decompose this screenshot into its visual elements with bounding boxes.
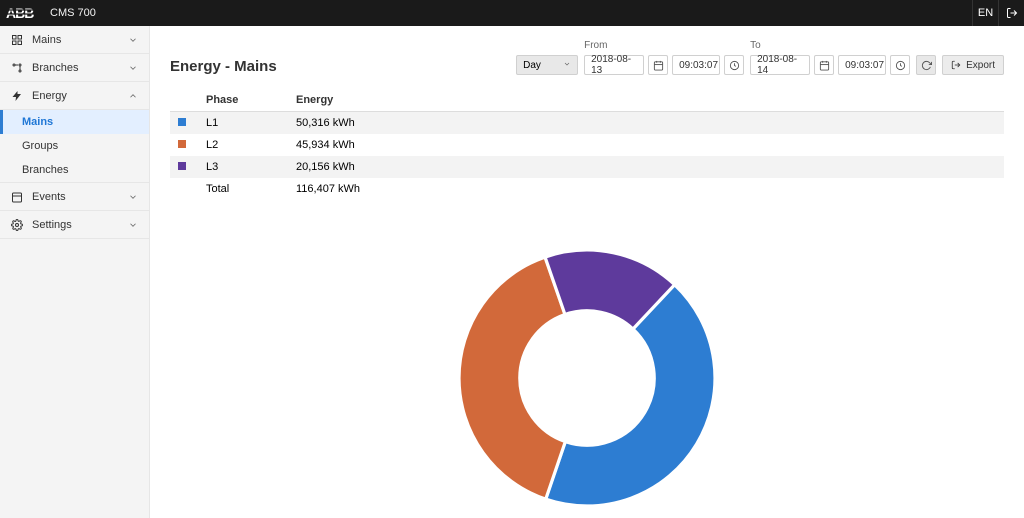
sidebar-sub-label: Branches xyxy=(22,164,68,176)
sidebar-item-label: Mains xyxy=(32,34,61,46)
from-date-input[interactable]: 2018-08-13 xyxy=(584,55,644,75)
refresh-icon xyxy=(921,60,932,71)
table-row: L245,934 kWh xyxy=(170,134,1004,156)
branches-icon xyxy=(10,61,24,75)
clock-icon xyxy=(729,60,740,71)
sidebar-item-branches[interactable]: Branches xyxy=(0,54,149,82)
calendar-icon xyxy=(653,60,664,71)
bolt-icon xyxy=(10,89,24,103)
period-select[interactable]: Day xyxy=(516,55,578,75)
language-label: EN xyxy=(978,7,993,19)
series-swatch xyxy=(178,162,186,170)
sidebar-sub-label: Groups xyxy=(22,140,58,152)
to-date-input[interactable]: 2018-08-14 xyxy=(750,55,810,75)
sidebar-sub-energy-mains[interactable]: Mains xyxy=(0,110,149,134)
language-button[interactable]: EN xyxy=(972,0,998,26)
from-time-picker-button[interactable] xyxy=(724,55,744,75)
export-label: Export xyxy=(966,60,995,71)
to-time-picker-button[interactable] xyxy=(890,55,910,75)
cell-phase: Total xyxy=(198,178,288,200)
svg-text:ABB: ABB xyxy=(6,6,34,20)
chevron-down-icon xyxy=(127,191,139,203)
series-swatch xyxy=(178,118,186,126)
table-row: L150,316 kWh xyxy=(170,112,1004,135)
table-header-energy: Energy xyxy=(288,89,1004,112)
brand-logo: ABB xyxy=(6,6,42,20)
grid-icon xyxy=(10,33,24,47)
calendar-icon xyxy=(819,60,830,71)
calendar-icon xyxy=(10,190,24,204)
table-header-phase: Phase xyxy=(198,89,288,112)
table-row: L320,156 kWh xyxy=(170,156,1004,178)
donut-slice-l2 xyxy=(459,257,565,499)
sidebar-item-label: Branches xyxy=(32,62,78,74)
energy-table: Phase Energy L150,316 kWhL245,934 kWhL32… xyxy=(170,89,1004,200)
logout-button[interactable] xyxy=(998,0,1024,26)
to-date-picker-button[interactable] xyxy=(814,55,834,75)
from-date-picker-button[interactable] xyxy=(648,55,668,75)
sidebar-item-events[interactable]: Events xyxy=(0,183,149,211)
to-label: To xyxy=(750,40,910,51)
sidebar-item-label: Settings xyxy=(32,219,72,231)
gear-icon xyxy=(10,218,24,232)
sidebar-sub-energy-branches[interactable]: Branches xyxy=(0,158,149,182)
cell-energy: 20,156 kWh xyxy=(288,156,1004,178)
chevron-down-icon xyxy=(127,62,139,74)
cell-energy: 45,934 kWh xyxy=(288,134,1004,156)
sidebar-item-settings[interactable]: Settings xyxy=(0,211,149,239)
cell-phase: L2 xyxy=(198,134,288,156)
sidebar-sub-energy-groups[interactable]: Groups xyxy=(0,134,149,158)
sidebar-item-mains[interactable]: Mains xyxy=(0,26,149,54)
to-time-input[interactable]: 09:03:07 xyxy=(838,55,886,75)
cell-energy: 50,316 kWh xyxy=(288,112,1004,135)
period-value: Day xyxy=(523,60,541,71)
cell-phase: L3 xyxy=(198,156,288,178)
energy-donut-chart xyxy=(427,218,747,518)
product-title: CMS 700 xyxy=(50,7,96,19)
chevron-down-icon xyxy=(563,60,571,71)
sidebar-item-energy[interactable]: Energy xyxy=(0,82,149,110)
sidebar: Mains Branches Energy xyxy=(0,26,150,518)
sidebar-item-label: Events xyxy=(32,191,66,203)
export-icon xyxy=(951,60,961,70)
page-title: Energy - Mains xyxy=(170,58,277,75)
cell-phase: L1 xyxy=(198,112,288,135)
cell-energy: 116,407 kWh xyxy=(288,178,1004,200)
chevron-down-icon xyxy=(127,34,139,46)
chevron-up-icon xyxy=(127,90,139,102)
logout-icon xyxy=(1006,7,1018,19)
export-button[interactable]: Export xyxy=(942,55,1004,75)
clock-icon xyxy=(895,60,906,71)
from-label: From xyxy=(584,40,744,51)
sidebar-sub-label: Mains xyxy=(22,116,53,128)
refresh-button[interactable] xyxy=(916,55,936,75)
table-row: Total116,407 kWh xyxy=(170,178,1004,200)
series-swatch xyxy=(178,140,186,148)
chevron-down-icon xyxy=(127,219,139,231)
from-time-input[interactable]: 09:03:07 xyxy=(672,55,720,75)
sidebar-item-label: Energy xyxy=(32,90,67,102)
